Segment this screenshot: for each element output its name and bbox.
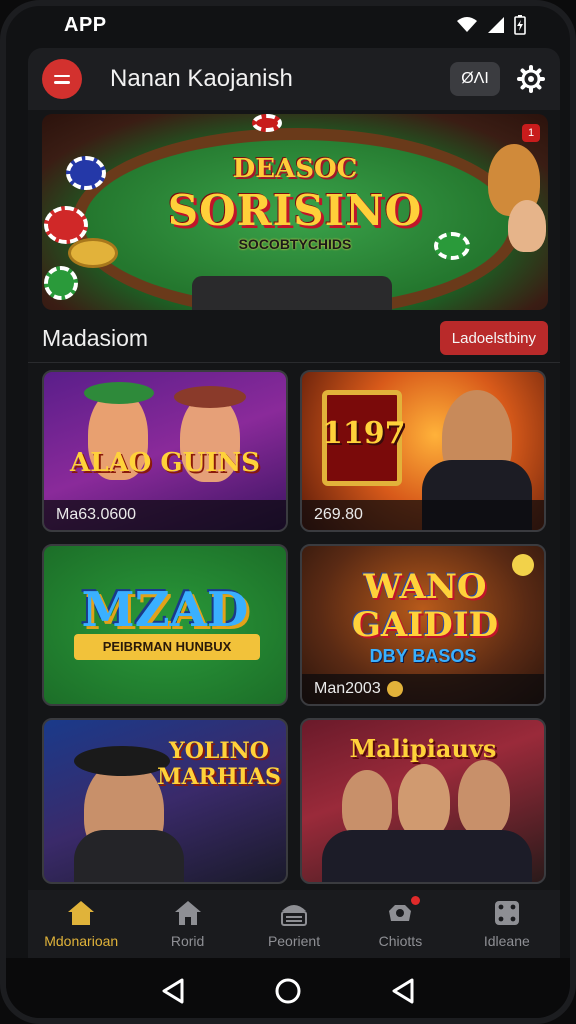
bell-icon (512, 554, 534, 576)
status-app-label: APP (64, 13, 107, 36)
section-action-button[interactable]: Ladoelstbiny (439, 321, 548, 355)
chip-decoration (44, 266, 78, 300)
main-content: DEASOC SORISINO SOCOBTYCHIDS 1 Madasiom … (28, 110, 560, 890)
nav-item-chiotts[interactable]: Chiotts (347, 890, 453, 958)
game-caption: Ma63.0600 (44, 500, 286, 530)
notification-badge (411, 896, 421, 905)
settings-button[interactable] (516, 64, 546, 94)
nav-label: Mdonarioan (44, 933, 119, 949)
game-card[interactable]: MZAD PEIBRMAN HUNBUX (42, 544, 288, 706)
signal-icon (488, 17, 504, 33)
game-title: 1197 (322, 416, 406, 451)
gear-icon (517, 65, 545, 93)
hero-title-line1: DEASOC (232, 154, 358, 184)
game-card[interactable]: WANO GAIDID DBY BASOS Man2003 (300, 544, 546, 706)
status-icons (456, 15, 526, 35)
game-title: YOLINO MARHIAS (157, 738, 281, 790)
game-caption: Man2003 (302, 674, 544, 704)
nav-label: Peorient (267, 933, 321, 949)
coin-icon (386, 681, 403, 697)
nav-label: Chiotts (378, 933, 423, 949)
app-bar: Nanan Kaojanish ØΛΙ (28, 48, 560, 110)
section-header: Madasiom Ladoelstbiny (42, 318, 548, 358)
suit-figure (322, 830, 532, 882)
game-caption-text: Man2003 (314, 680, 381, 697)
nav-label: Rorid (170, 933, 205, 949)
table-rail (192, 276, 392, 310)
home-icon (68, 901, 95, 925)
game-subtitle: DBY BASOS (369, 646, 477, 666)
game-card[interactable]: ALAO GUINS Ma63.0600 (42, 370, 288, 532)
game-card[interactable]: YOLINO MARHIAS (42, 718, 288, 884)
battery-icon (514, 15, 526, 35)
phone-frame: APP Nanan Kaojanish ØΛΙ DEASOC SORISINO … (0, 0, 576, 1024)
game-subtitle: PEIBRMAN HUNBUX (74, 634, 260, 660)
wifi-icon (457, 17, 477, 32)
hero-badge: 1 (522, 124, 540, 142)
nav-item-home[interactable]: Mdonarioan (28, 890, 134, 958)
menu-icon-line (54, 81, 70, 84)
coat-figure (74, 830, 184, 882)
recent-apps-icon[interactable] (388, 976, 418, 1006)
back-icon[interactable] (158, 976, 188, 1006)
system-nav-bar (6, 958, 570, 1018)
nav-item-rorid[interactable]: Rorid (134, 890, 240, 958)
game-title: Malipiauvs (349, 734, 497, 763)
character-figure (458, 760, 510, 836)
section-divider (28, 362, 560, 363)
house-icon (174, 901, 201, 925)
nav-label: Idleane (483, 933, 530, 949)
nav-item-idleane[interactable]: Idleane (454, 890, 560, 958)
chip-decoration (252, 114, 282, 132)
language-button[interactable]: ØΛΙ (450, 62, 500, 96)
status-bar: APP (6, 6, 570, 44)
hero-title-line2: SORISINO (167, 186, 423, 235)
hat-icon (84, 382, 154, 404)
app-title: Nanan Kaojanish (110, 65, 293, 92)
bottom-nav: Mdonarioan Rorid Peorient Chiotts Idlean… (28, 890, 560, 958)
game-title: MZAD (81, 582, 249, 638)
character-figure (398, 764, 450, 838)
hero-banner[interactable]: DEASOC SORISINO SOCOBTYCHIDS 1 (42, 114, 548, 310)
casino-cashier-icon (281, 905, 308, 926)
hat-icon (174, 386, 246, 408)
hero-subtitle: SOCOBTYCHIDS (238, 236, 352, 252)
game-card[interactable]: Malipiauvs (300, 718, 546, 884)
dice-icon (494, 901, 519, 925)
game-title: WANO GAIDID (351, 567, 499, 645)
game-title: ALAO GUINS (70, 448, 260, 478)
game-caption: 269.80 (302, 500, 544, 530)
section-title: Madasiom (42, 324, 149, 351)
game-card[interactable]: 1197 269.80 (300, 370, 546, 532)
home-button-icon[interactable] (273, 976, 303, 1006)
menu-icon-line (54, 74, 70, 77)
nav-item-peorient[interactable]: Peorient (241, 890, 347, 958)
menu-button[interactable] (42, 59, 82, 99)
